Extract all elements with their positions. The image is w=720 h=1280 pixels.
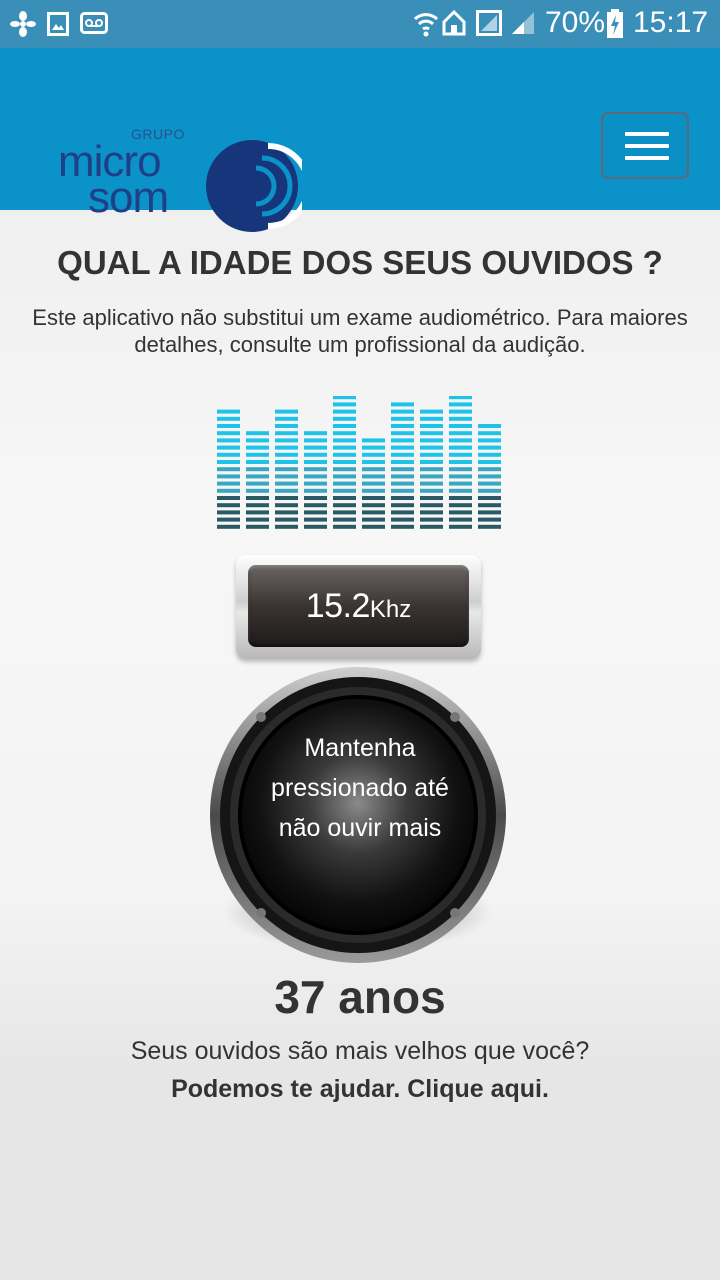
fan-icon (10, 11, 36, 37)
menu-button[interactable] (601, 112, 689, 179)
equalizer-graphic (217, 396, 501, 529)
frequency-value: 15.2 (305, 587, 371, 625)
status-bar: 70% 15:17 (0, 0, 720, 48)
help-link[interactable]: Podemos te ajudar. Clique aqui. (0, 1075, 720, 1104)
gallery-icon (47, 12, 69, 36)
home-icon (442, 10, 466, 36)
equalizer-bar (478, 424, 501, 529)
equalizer-bar (217, 409, 240, 529)
sound-wave-logo-icon (206, 140, 302, 232)
equalizer-bar (246, 431, 269, 529)
equalizer-bar (362, 438, 385, 529)
battery-charging-icon (607, 9, 623, 38)
age-result: 37 anos (274, 971, 446, 1023)
equalizer-bar (420, 409, 443, 529)
logo-som-text: som (88, 173, 169, 222)
app-header: GRUPO micro som (0, 48, 720, 232)
press-instruction: Mantenha pressionado até não ouvir mais (271, 734, 449, 842)
wifi-icon (413, 13, 439, 37)
voicemail-icon (80, 12, 108, 34)
battery-percent: 70% (545, 6, 606, 39)
equalizer-bar (275, 409, 298, 529)
equalizer-bar (391, 402, 414, 529)
disclaimer-text: Este aplicativo não substitui um exame a… (32, 305, 688, 357)
clock: 15:17 (633, 6, 709, 39)
equalizer-bar (304, 431, 327, 529)
frequency-unit: Khz (369, 596, 412, 623)
page-title: QUAL A IDADE DOS SEUS OUVIDOS ? (57, 244, 663, 281)
equalizer-bar (449, 396, 472, 529)
age-question: Seus ouvidos são mais velhos que você? (130, 1037, 590, 1065)
equalizer-bar (333, 396, 356, 529)
frequency-display: 15.2Khz (236, 555, 481, 659)
signal-empty-icon (476, 10, 502, 36)
signal-icon (512, 12, 534, 34)
